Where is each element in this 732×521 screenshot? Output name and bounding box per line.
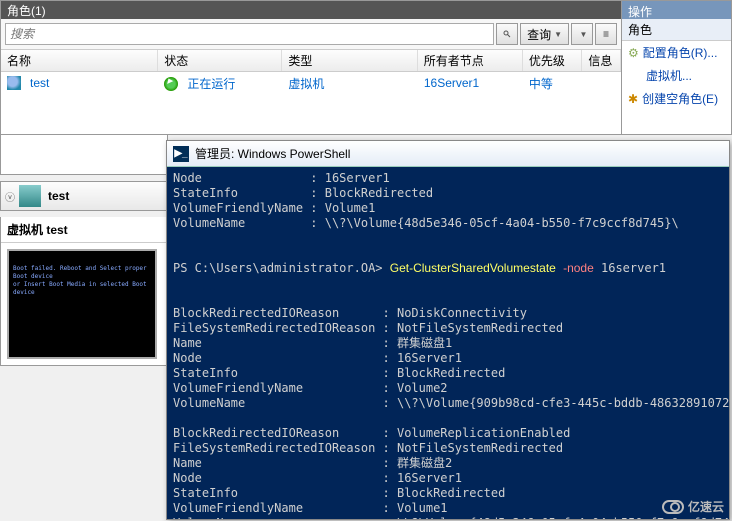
col-priority[interactable]: 优先级	[523, 50, 583, 71]
query-button[interactable]: 查询▼	[520, 23, 569, 45]
action-vm[interactable]: 虚拟机...	[622, 64, 731, 87]
new-icon	[628, 92, 638, 106]
vm-panel-title: 虚拟机 test	[1, 217, 167, 243]
col-name[interactable]: 名称	[1, 50, 158, 71]
vm-thumbnail[interactable]: Boot failed. Reboot and Select proper Bo…	[7, 249, 157, 359]
powershell-window: ▶_ 管理员: Windows PowerShell Node : 16Serv…	[166, 140, 730, 520]
search-bar: 查询▼ ▼	[1, 19, 621, 50]
action-configure-role[interactable]: 配置角色(R)...	[622, 41, 731, 64]
grid-header: 名称 状态 类型 所有者节点 优先级 信息	[1, 50, 621, 72]
col-status[interactable]: 状态	[158, 50, 282, 71]
powershell-console[interactable]: Node : 16Server1 StateInfo : BlockRedire…	[167, 167, 729, 519]
spacer-pane	[0, 135, 168, 175]
role-row-test[interactable]: test 正在运行 虚拟机 16Server1 中等	[1, 72, 621, 94]
powershell-icon: ▶_	[173, 146, 189, 162]
actions-header: 操作	[622, 1, 731, 19]
test-section-header[interactable]: ⓥ test	[0, 181, 168, 211]
search-input[interactable]	[5, 23, 494, 45]
window-title: 管理员: Windows PowerShell	[195, 145, 350, 162]
col-info[interactable]: 信息	[582, 50, 621, 71]
col-owner[interactable]: 所有者节点	[418, 50, 523, 71]
list-button[interactable]	[595, 23, 617, 45]
col-type[interactable]: 类型	[282, 50, 417, 71]
actions-subheader: 角色	[622, 19, 731, 41]
action-empty-role[interactable]: 创建空角色(E)	[622, 87, 731, 110]
watermark-icon	[662, 500, 684, 514]
save-button[interactable]: ▼	[571, 23, 593, 45]
role-icon	[19, 185, 41, 207]
search-go-button[interactable]	[496, 23, 518, 45]
gear-icon	[628, 46, 639, 60]
powershell-titlebar[interactable]: ▶_ 管理员: Windows PowerShell	[167, 141, 729, 167]
roles-header: 角色(1)	[1, 1, 621, 19]
watermark: 亿速云	[662, 498, 724, 515]
test-label: test	[48, 189, 69, 203]
actions-pane: 操作 角色 配置角色(R)... 虚拟机... 创建空角色(E)	[622, 0, 732, 135]
running-icon	[164, 77, 178, 91]
vm-icon	[7, 76, 21, 90]
chevron-down-icon: ⓥ	[5, 189, 15, 204]
